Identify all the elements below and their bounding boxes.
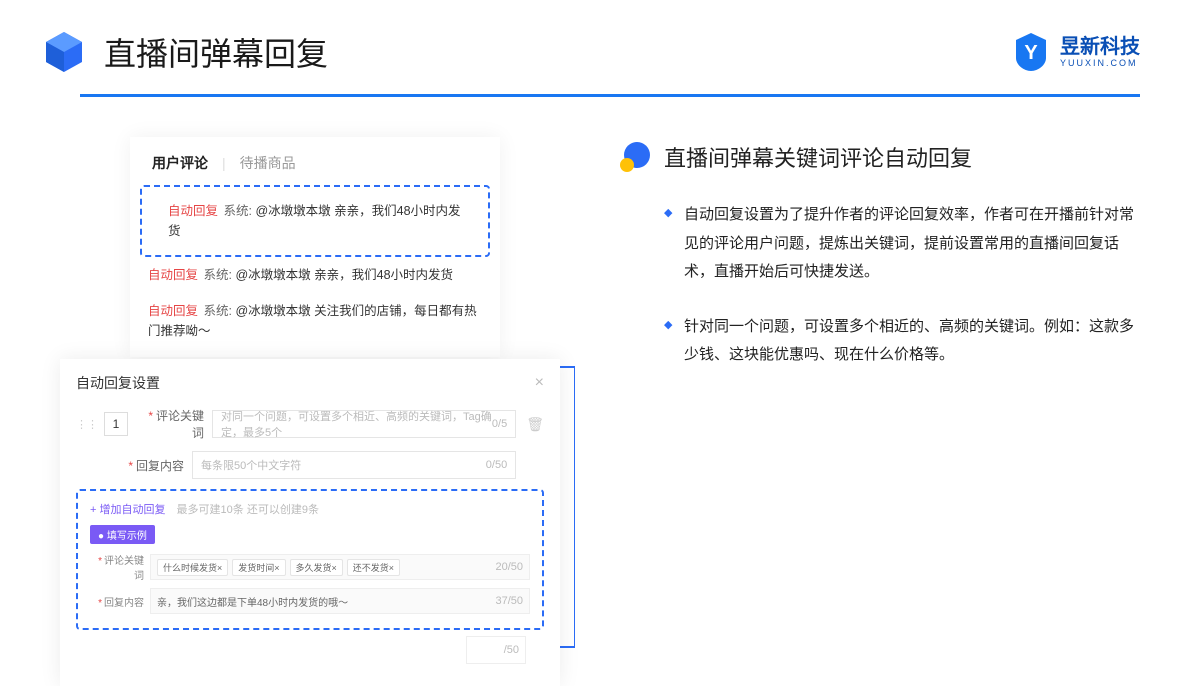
comment-item: 自动回复 系统: @冰墩墩本墩 亲亲，我们48小时内发货 — [130, 257, 500, 293]
system-label: 系统: — [204, 268, 232, 282]
add-hint: 最多可建10条 还可以创建9条 — [177, 504, 319, 516]
ex-keyword-count: 20/50 — [495, 561, 523, 573]
settings-title: 自动回复设置 — [76, 373, 160, 393]
bullet-item: 针对同一个问题，可设置多个相近的、高频的关键词。例如：这款多少钱、这块能优惠吗、… — [664, 313, 1140, 370]
example-highlight: + 增加自动回复 最多可建10条 还可以创建9条 ● 填写示例 *评论关键词 什… — [76, 489, 544, 630]
auto-reply-tag: 自动回复 — [148, 304, 198, 318]
ex-reply-label: 回复内容 — [104, 598, 144, 609]
svg-text:Y: Y — [1024, 42, 1038, 64]
reply-label: 回复内容 — [136, 459, 184, 473]
drag-handle-icon[interactable]: ⋮⋮ — [76, 418, 98, 431]
trash-icon[interactable]: 🗑 — [526, 416, 544, 433]
comment-highlight: 自动回复 系统: @冰墩墩本墩 亲亲，我们48小时内发货 — [140, 185, 490, 257]
ex-reply-text: 亲，我们这边都是下单48小时内发货的哦～ — [157, 594, 348, 609]
system-label: 系统: — [204, 304, 232, 318]
system-label: 系统: — [224, 204, 252, 218]
keyword-chip[interactable]: 还不发货× — [347, 559, 400, 576]
tab-user-comments[interactable]: 用户评论 — [152, 153, 208, 173]
comment-item: 自动回复 系统: @冰墩墩本墩 亲亲，我们48小时内发货 — [150, 193, 480, 249]
bubble-icon — [620, 142, 650, 172]
brand-logo-icon: Y — [1010, 31, 1052, 73]
bullet-item: 自动回复设置为了提升作者的评论回复效率，作者可在开播前针对常见的评论用户问题，提… — [664, 201, 1140, 287]
cube-icon — [40, 28, 88, 76]
ex-keyword-chips: 什么时候发货× 发货时间× 多久发货× 还不发货× — [157, 559, 400, 576]
ex-keyword-label: 评论关键词 — [104, 556, 144, 582]
brand-name-cn: 昱新科技 — [1060, 37, 1140, 57]
reply-count: 0/50 — [486, 459, 507, 471]
keyword-chip[interactable]: 什么时候发货× — [157, 559, 228, 576]
brand-name-en: YUUXIN.COM — [1060, 59, 1140, 68]
keyword-label: 评论关键词 — [156, 409, 204, 440]
keyword-count: 0/5 — [492, 418, 507, 430]
example-badge: ● 填写示例 — [90, 525, 155, 544]
auto-reply-tag: 自动回复 — [168, 204, 218, 218]
keyword-chip[interactable]: 发货时间× — [232, 559, 285, 576]
keyword-input[interactable]: 对同一个问题，可设置多个相近、高频的关键词，Tag确定，最多5个 0/5 — [212, 410, 516, 438]
page-title: 直播间弹幕回复 — [104, 29, 1010, 75]
reply-placeholder: 每条限50个中文字符 — [201, 457, 301, 473]
reply-input[interactable]: 每条限50个中文字符 0/50 — [192, 451, 516, 479]
brand-logo-block: Y 昱新科技 YUUXIN.COM — [1010, 31, 1140, 73]
ex-keyword-input[interactable]: 什么时候发货× 发货时间× 多久发货× 还不发货× 20/50 — [150, 554, 530, 580]
index-box: 1 — [104, 412, 128, 436]
stub-count: /50 — [504, 644, 519, 656]
auto-reply-tag: 自动回复 — [148, 268, 198, 282]
tab-pending-goods[interactable]: 待播商品 — [240, 153, 296, 173]
ex-reply-count: 37/50 — [495, 595, 523, 607]
tab-divider: | — [222, 155, 226, 171]
keyword-placeholder: 对同一个问题，可设置多个相近、高频的关键词，Tag确定，最多5个 — [221, 408, 492, 440]
comments-panel: 用户评论 | 待播商品 自动回复 系统: @冰墩墩本墩 亲亲，我们48小时内发货… — [130, 137, 500, 357]
add-auto-reply-link[interactable]: + 增加自动回复 — [90, 504, 165, 516]
keyword-chip[interactable]: 多久发货× — [290, 559, 343, 576]
stub-input[interactable]: /50 — [466, 636, 526, 664]
section-title: 直播间弹幕关键词评论自动回复 — [664, 141, 972, 173]
comment-item: 自动回复 系统: @冰墩墩本墩 关注我们的店铺，每日都有热门推荐呦～ — [130, 293, 500, 349]
comment-text: @冰墩墩本墩 亲亲，我们48小时内发货 — [235, 268, 453, 282]
close-icon[interactable]: × — [535, 374, 544, 392]
auto-reply-settings-panel: 自动回复设置 × ⋮⋮ 1 *评论关键词 对同一个问题，可设置多个相近、高频的关… — [60, 359, 560, 686]
ex-reply-input[interactable]: 亲，我们这边都是下单48小时内发货的哦～ 37/50 — [150, 588, 530, 614]
